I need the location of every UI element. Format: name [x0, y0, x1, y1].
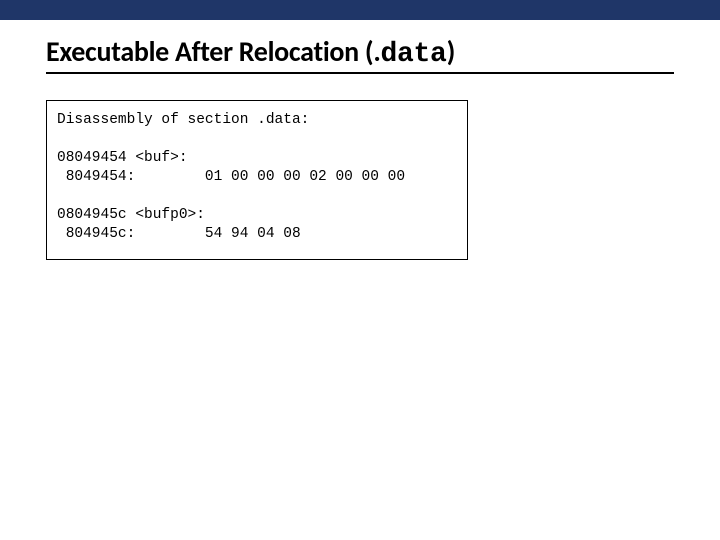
symbol-block: 0804945c <bufp0>: 804945c: 54 94 04 08	[57, 206, 457, 245]
symbol-line: 0804945c <bufp0>:	[57, 206, 457, 226]
symbol-line: 08049454 <buf>:	[57, 149, 457, 169]
hex-data-line: 8049454: 01 00 00 00 02 00 00 00	[57, 168, 457, 188]
title-underline	[46, 72, 674, 74]
disassembly-box: Disassembly of section .data: 08049454 <…	[46, 100, 468, 260]
title-suffix: )	[447, 34, 455, 69]
title-prefix: Executable After Relocation (.	[46, 34, 381, 69]
hex-data-line: 804945c: 54 94 04 08	[57, 225, 457, 245]
top-accent-bar	[0, 0, 720, 20]
section-header-line: Disassembly of section .data:	[57, 111, 457, 131]
slide-title: Executable After Relocation (.data)	[46, 34, 720, 70]
symbol-block: 08049454 <buf>: 8049454: 01 00 00 00 02 …	[57, 149, 457, 188]
title-mono-segment: data	[381, 39, 447, 70]
